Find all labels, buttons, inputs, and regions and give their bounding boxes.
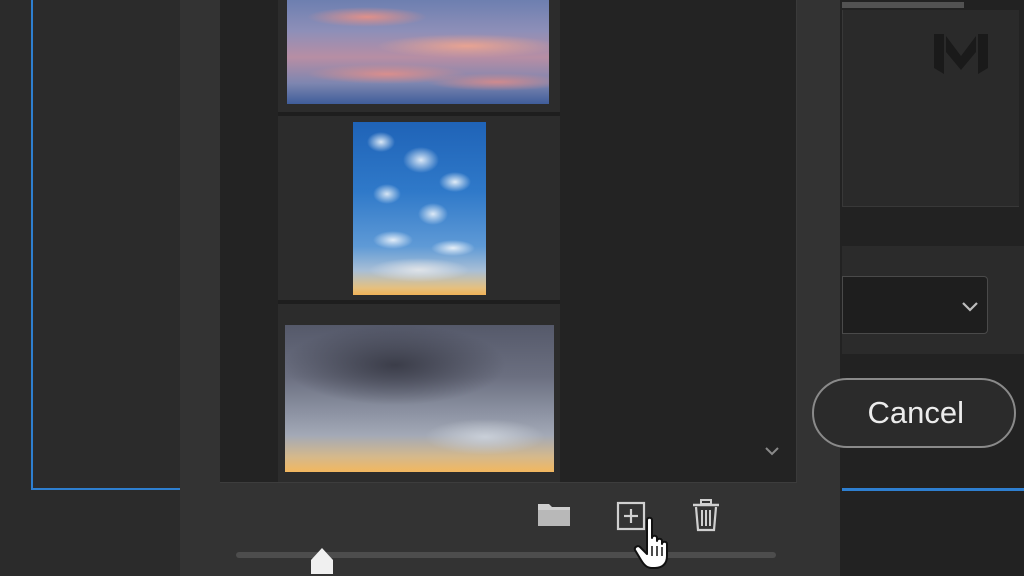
chevron-down-icon[interactable] [960, 298, 980, 314]
slider-handle[interactable] [307, 546, 337, 576]
blue-sky-clouds-thumbnail[interactable] [353, 122, 486, 295]
folder-icon[interactable] [536, 500, 572, 530]
storm-clouds-thumbnail[interactable] [285, 325, 554, 472]
right-divider [842, 2, 964, 8]
watermark-logo-icon [934, 34, 988, 74]
scroll-down-chevron-icon[interactable] [762, 444, 782, 458]
trash-icon[interactable] [690, 498, 722, 532]
preview-area [842, 10, 1019, 207]
accent-line [842, 488, 1024, 491]
selection-frame [31, 0, 181, 490]
pink-sunset-clouds-thumbnail[interactable] [287, 0, 549, 104]
cancel-button[interactable]: Cancel [812, 378, 1016, 448]
hand-cursor-icon [633, 516, 668, 569]
